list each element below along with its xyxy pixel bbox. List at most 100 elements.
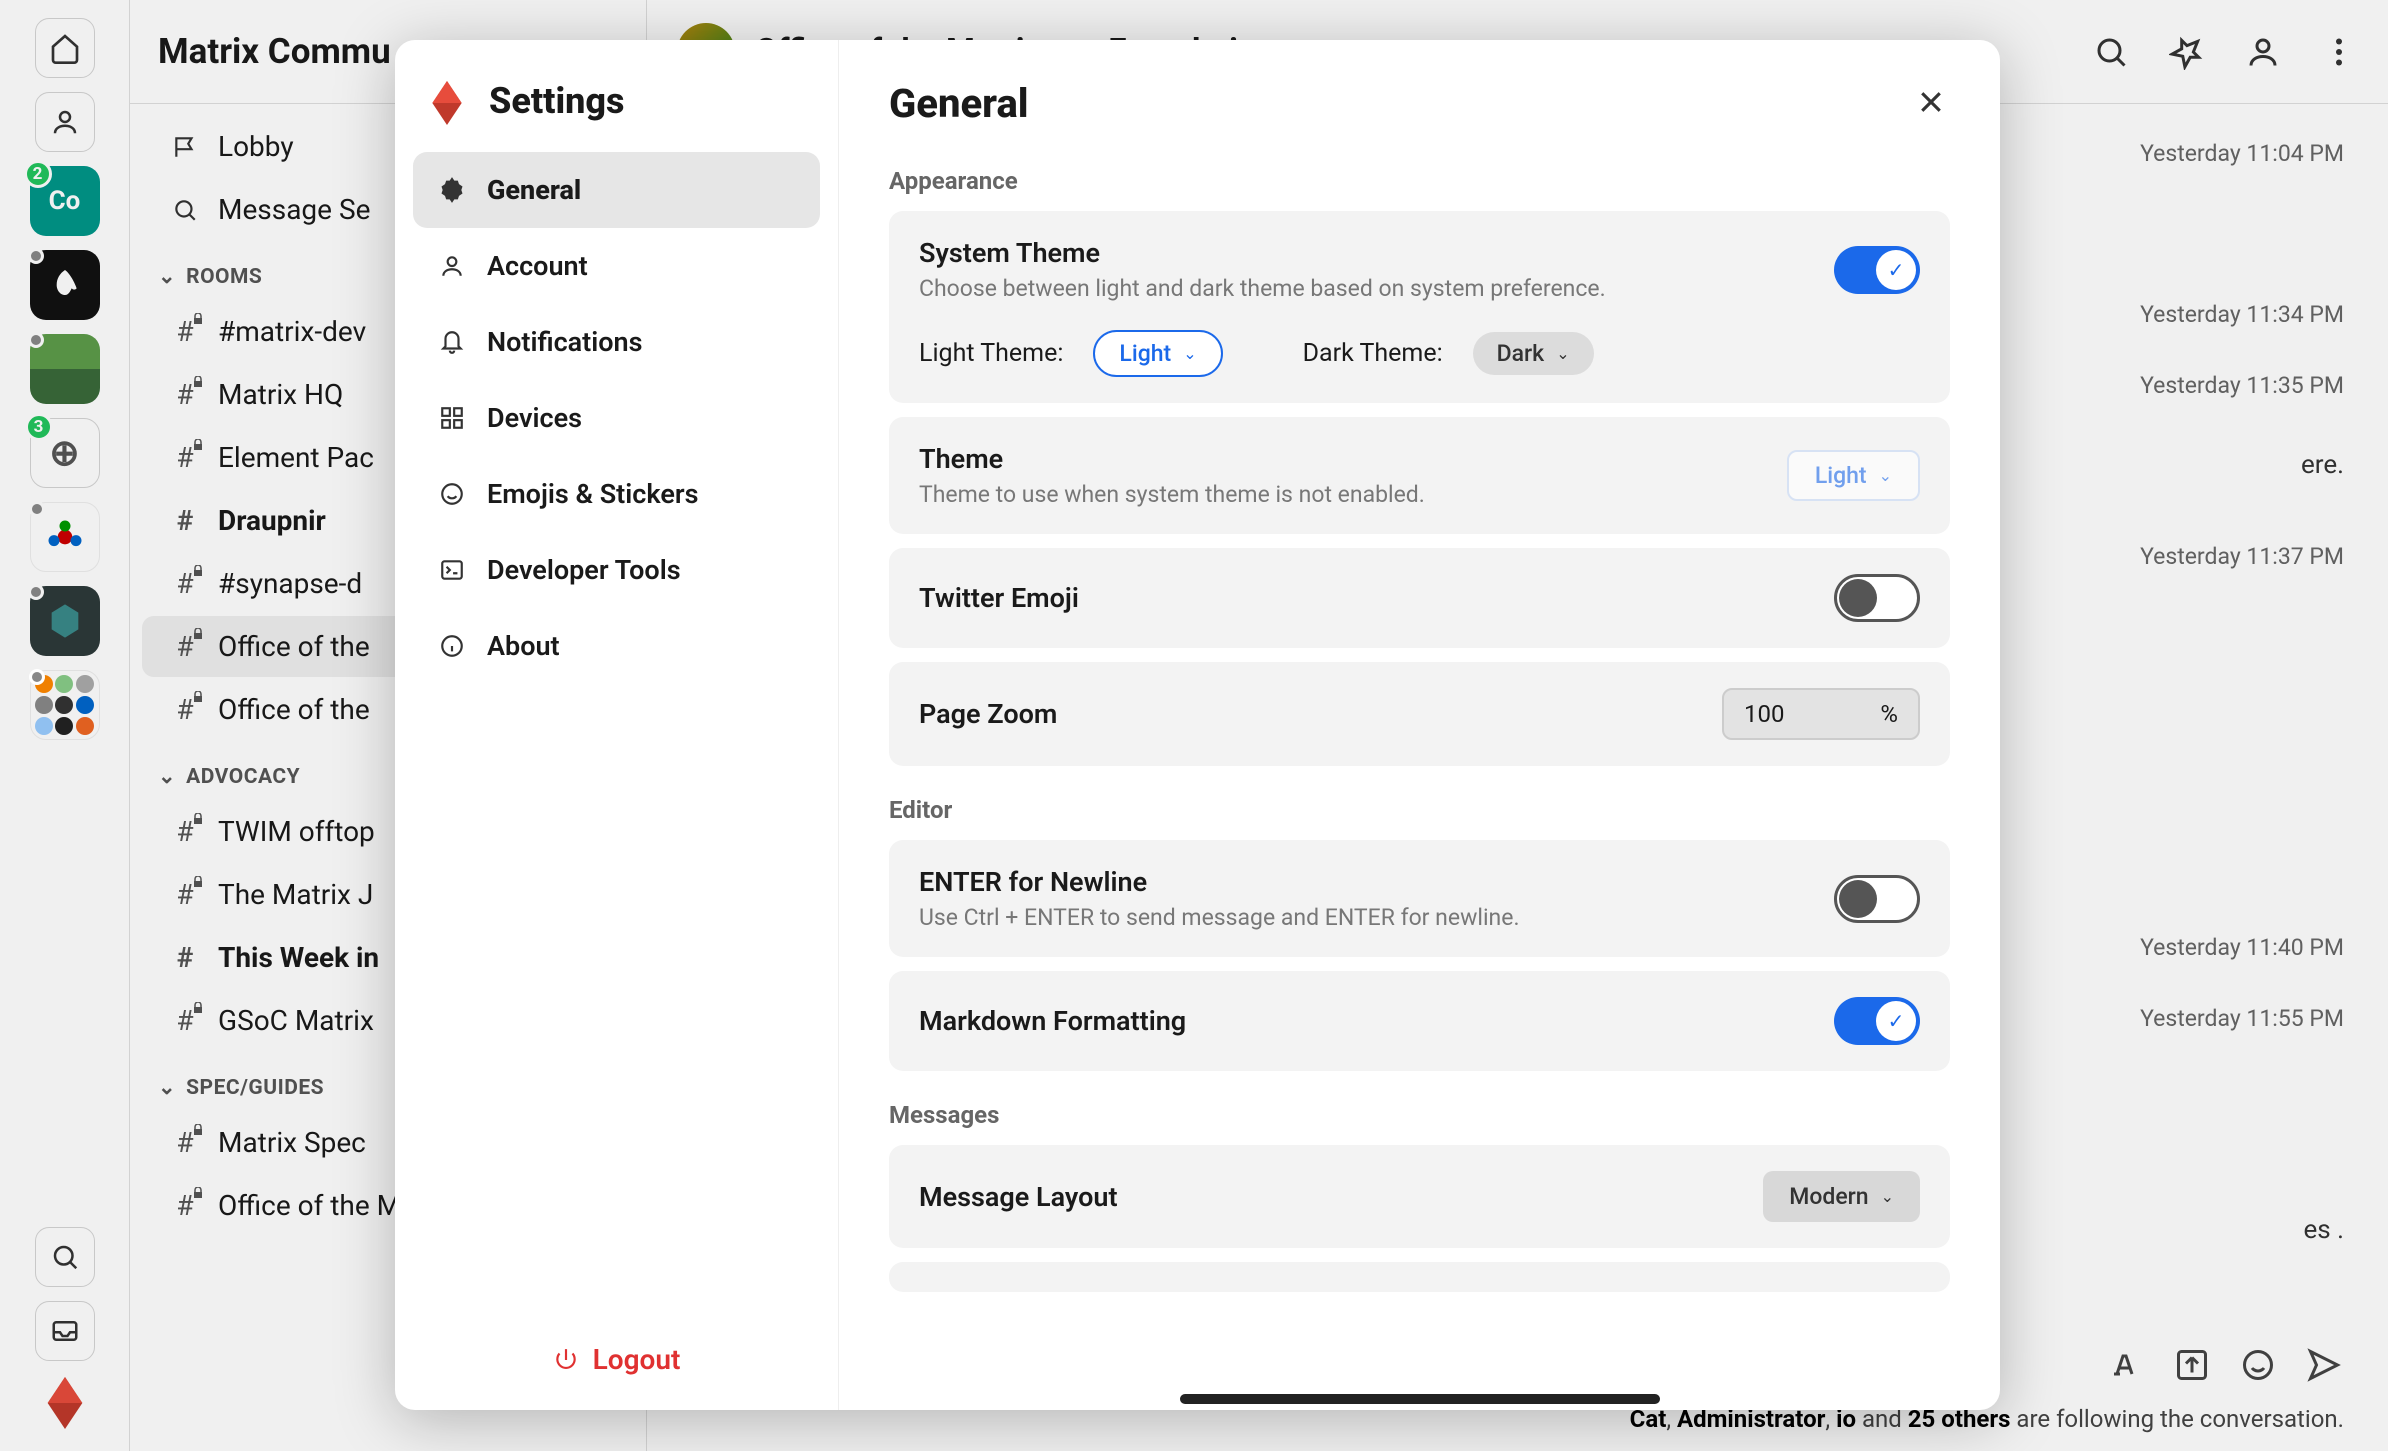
enter-newline-desc: Use Ctrl + ENTER to send message and ENT… <box>919 904 1814 931</box>
nav-notifications[interactable]: Notifications <box>413 304 820 380</box>
hash-icon: # <box>170 632 200 662</box>
hash-icon: # <box>170 569 200 599</box>
toggle-knob: ✓ <box>1876 250 1916 290</box>
emoji-icon[interactable] <box>2240 1347 2278 1385</box>
status-dot <box>28 332 44 348</box>
timestamp: Yesterday 11:34 PM <box>2140 301 2344 328</box>
enter-newline-title: ENTER for Newline <box>919 866 1814 898</box>
settings-modal: Settings General Account Notifications D… <box>395 40 2000 1410</box>
twitter-emoji-title: Twitter Emoji <box>919 582 1814 614</box>
space-avatar-globe[interactable]: ⊕ 3 <box>30 418 100 488</box>
theme-select[interactable]: Light ⌄ <box>1787 450 1920 501</box>
page-zoom-card: Page Zoom 100 % <box>889 662 1950 766</box>
chevron-down-icon: ⌄ <box>158 264 176 289</box>
nav-general[interactable]: General <box>413 152 820 228</box>
chevron-down-icon: ⌄ <box>158 1075 176 1100</box>
page-zoom-input[interactable]: 100 % <box>1722 688 1920 740</box>
space-avatar-2[interactable] <box>30 250 100 320</box>
section-messages: Messages <box>889 1101 1950 1129</box>
badge-count: 2 <box>24 160 52 188</box>
spaces-rail: Co 2 ⊕ 3 <box>0 0 130 1451</box>
composer-actions <box>2108 1347 2344 1385</box>
grid-icon <box>437 403 467 433</box>
lobby-label: Lobby <box>218 130 294 163</box>
search-button[interactable] <box>35 1227 95 1287</box>
search-icon[interactable] <box>2092 33 2130 71</box>
space-avatar-mosaic[interactable] <box>30 670 100 740</box>
timestamp: Yesterday 11:35 PM <box>2140 372 2344 399</box>
message-layout-card: Message Layout Modern ⌄ <box>889 1145 1950 1248</box>
space-title: Matrix Commu <box>158 31 391 72</box>
system-theme-toggle[interactable]: ✓ <box>1834 246 1920 294</box>
gear-icon <box>437 175 467 205</box>
timestamp: Yesterday 11:04 PM <box>2140 140 2344 167</box>
badge-count: 3 <box>25 413 53 441</box>
hash-icon: # <box>170 317 200 347</box>
chevron-down-icon: ⌄ <box>158 764 176 789</box>
twitter-emoji-card: Twitter Emoji <box>889 548 1950 648</box>
nav-account[interactable]: Account <box>413 228 820 304</box>
bell-icon <box>437 327 467 357</box>
space-avatar-hex[interactable] <box>30 586 100 656</box>
theme-card: Theme Theme to use when system theme is … <box>889 417 1950 534</box>
system-theme-desc: Choose between light and dark theme base… <box>919 275 1814 302</box>
space-avatar-3[interactable] <box>30 334 100 404</box>
members-icon[interactable] <box>2244 33 2282 71</box>
profile-button[interactable] <box>35 92 95 152</box>
section-editor: Editor <box>889 796 1950 824</box>
enter-newline-toggle[interactable] <box>1834 875 1920 923</box>
chevron-down-icon: ⌄ <box>1881 1187 1894 1206</box>
enter-newline-card: ENTER for Newline Use Ctrl + ENTER to se… <box>889 840 1950 957</box>
info-icon <box>437 631 467 661</box>
dark-theme-select[interactable]: Dark ⌄ <box>1473 332 1594 375</box>
chevron-down-icon: ⌄ <box>1183 344 1196 363</box>
theme-desc: Theme to use when system theme is not en… <box>919 481 1767 508</box>
close-button[interactable] <box>1916 87 1950 121</box>
user-icon <box>437 251 467 281</box>
section-appearance: Appearance <box>889 167 1950 195</box>
status-dot <box>29 501 45 517</box>
toggle-knob: ✓ <box>1876 1001 1916 1041</box>
hash-icon: # <box>170 943 200 973</box>
message-layout-select[interactable]: Modern ⌄ <box>1763 1171 1920 1222</box>
nav-devices[interactable]: Devices <box>413 380 820 456</box>
scroll-indicator <box>1180 1394 1660 1404</box>
format-icon[interactable] <box>2108 1347 2146 1385</box>
light-theme-select[interactable]: Light ⌄ <box>1093 330 1222 377</box>
timestamp: Yesterday 11:40 PM <box>2140 934 2344 961</box>
twitter-emoji-toggle[interactable] <box>1834 574 1920 622</box>
send-icon[interactable] <box>2306 1347 2344 1385</box>
hash-icon: # <box>170 1128 200 1158</box>
theme-title: Theme <box>919 443 1767 475</box>
nav-about[interactable]: About <box>413 608 820 684</box>
hash-icon: # <box>170 506 200 536</box>
system-theme-card: System Theme Choose between light and da… <box>889 211 1950 403</box>
nav-emojis[interactable]: Emojis & Stickers <box>413 456 820 532</box>
logout-button[interactable]: Logout <box>395 1309 838 1410</box>
attach-icon[interactable] <box>2174 1347 2212 1385</box>
toggle-knob <box>1839 579 1877 617</box>
partial-text: es . <box>2303 1215 2344 1245</box>
globe-icon: ⊕ <box>49 432 79 474</box>
space-avatar-wiki[interactable] <box>30 502 100 572</box>
page-title: General <box>889 80 1916 127</box>
pin-icon[interactable] <box>2168 33 2206 71</box>
app-logo[interactable] <box>37 1375 93 1431</box>
smile-icon <box>437 479 467 509</box>
search-icon <box>170 195 200 225</box>
hash-icon: # <box>170 443 200 473</box>
search-label: Message Se <box>218 193 370 226</box>
settings-title: Settings <box>489 80 625 122</box>
markdown-title: Markdown Formatting <box>919 1005 1814 1037</box>
timestamp-column: Yesterday 11:04 PM Yesterday 11:34 PM Ye… <box>2140 140 2344 1032</box>
nav-devtools[interactable]: Developer Tools <box>413 532 820 608</box>
markdown-toggle[interactable]: ✓ <box>1834 997 1920 1045</box>
power-icon <box>553 1347 579 1373</box>
timestamp: Yesterday 11:55 PM <box>2140 1005 2344 1032</box>
dark-theme-label: Dark Theme: <box>1303 339 1443 368</box>
toggle-knob <box>1839 880 1877 918</box>
space-avatar-co[interactable]: Co 2 <box>30 166 100 236</box>
more-icon[interactable] <box>2320 33 2358 71</box>
home-button[interactable] <box>35 18 95 78</box>
inbox-button[interactable] <box>35 1301 95 1361</box>
